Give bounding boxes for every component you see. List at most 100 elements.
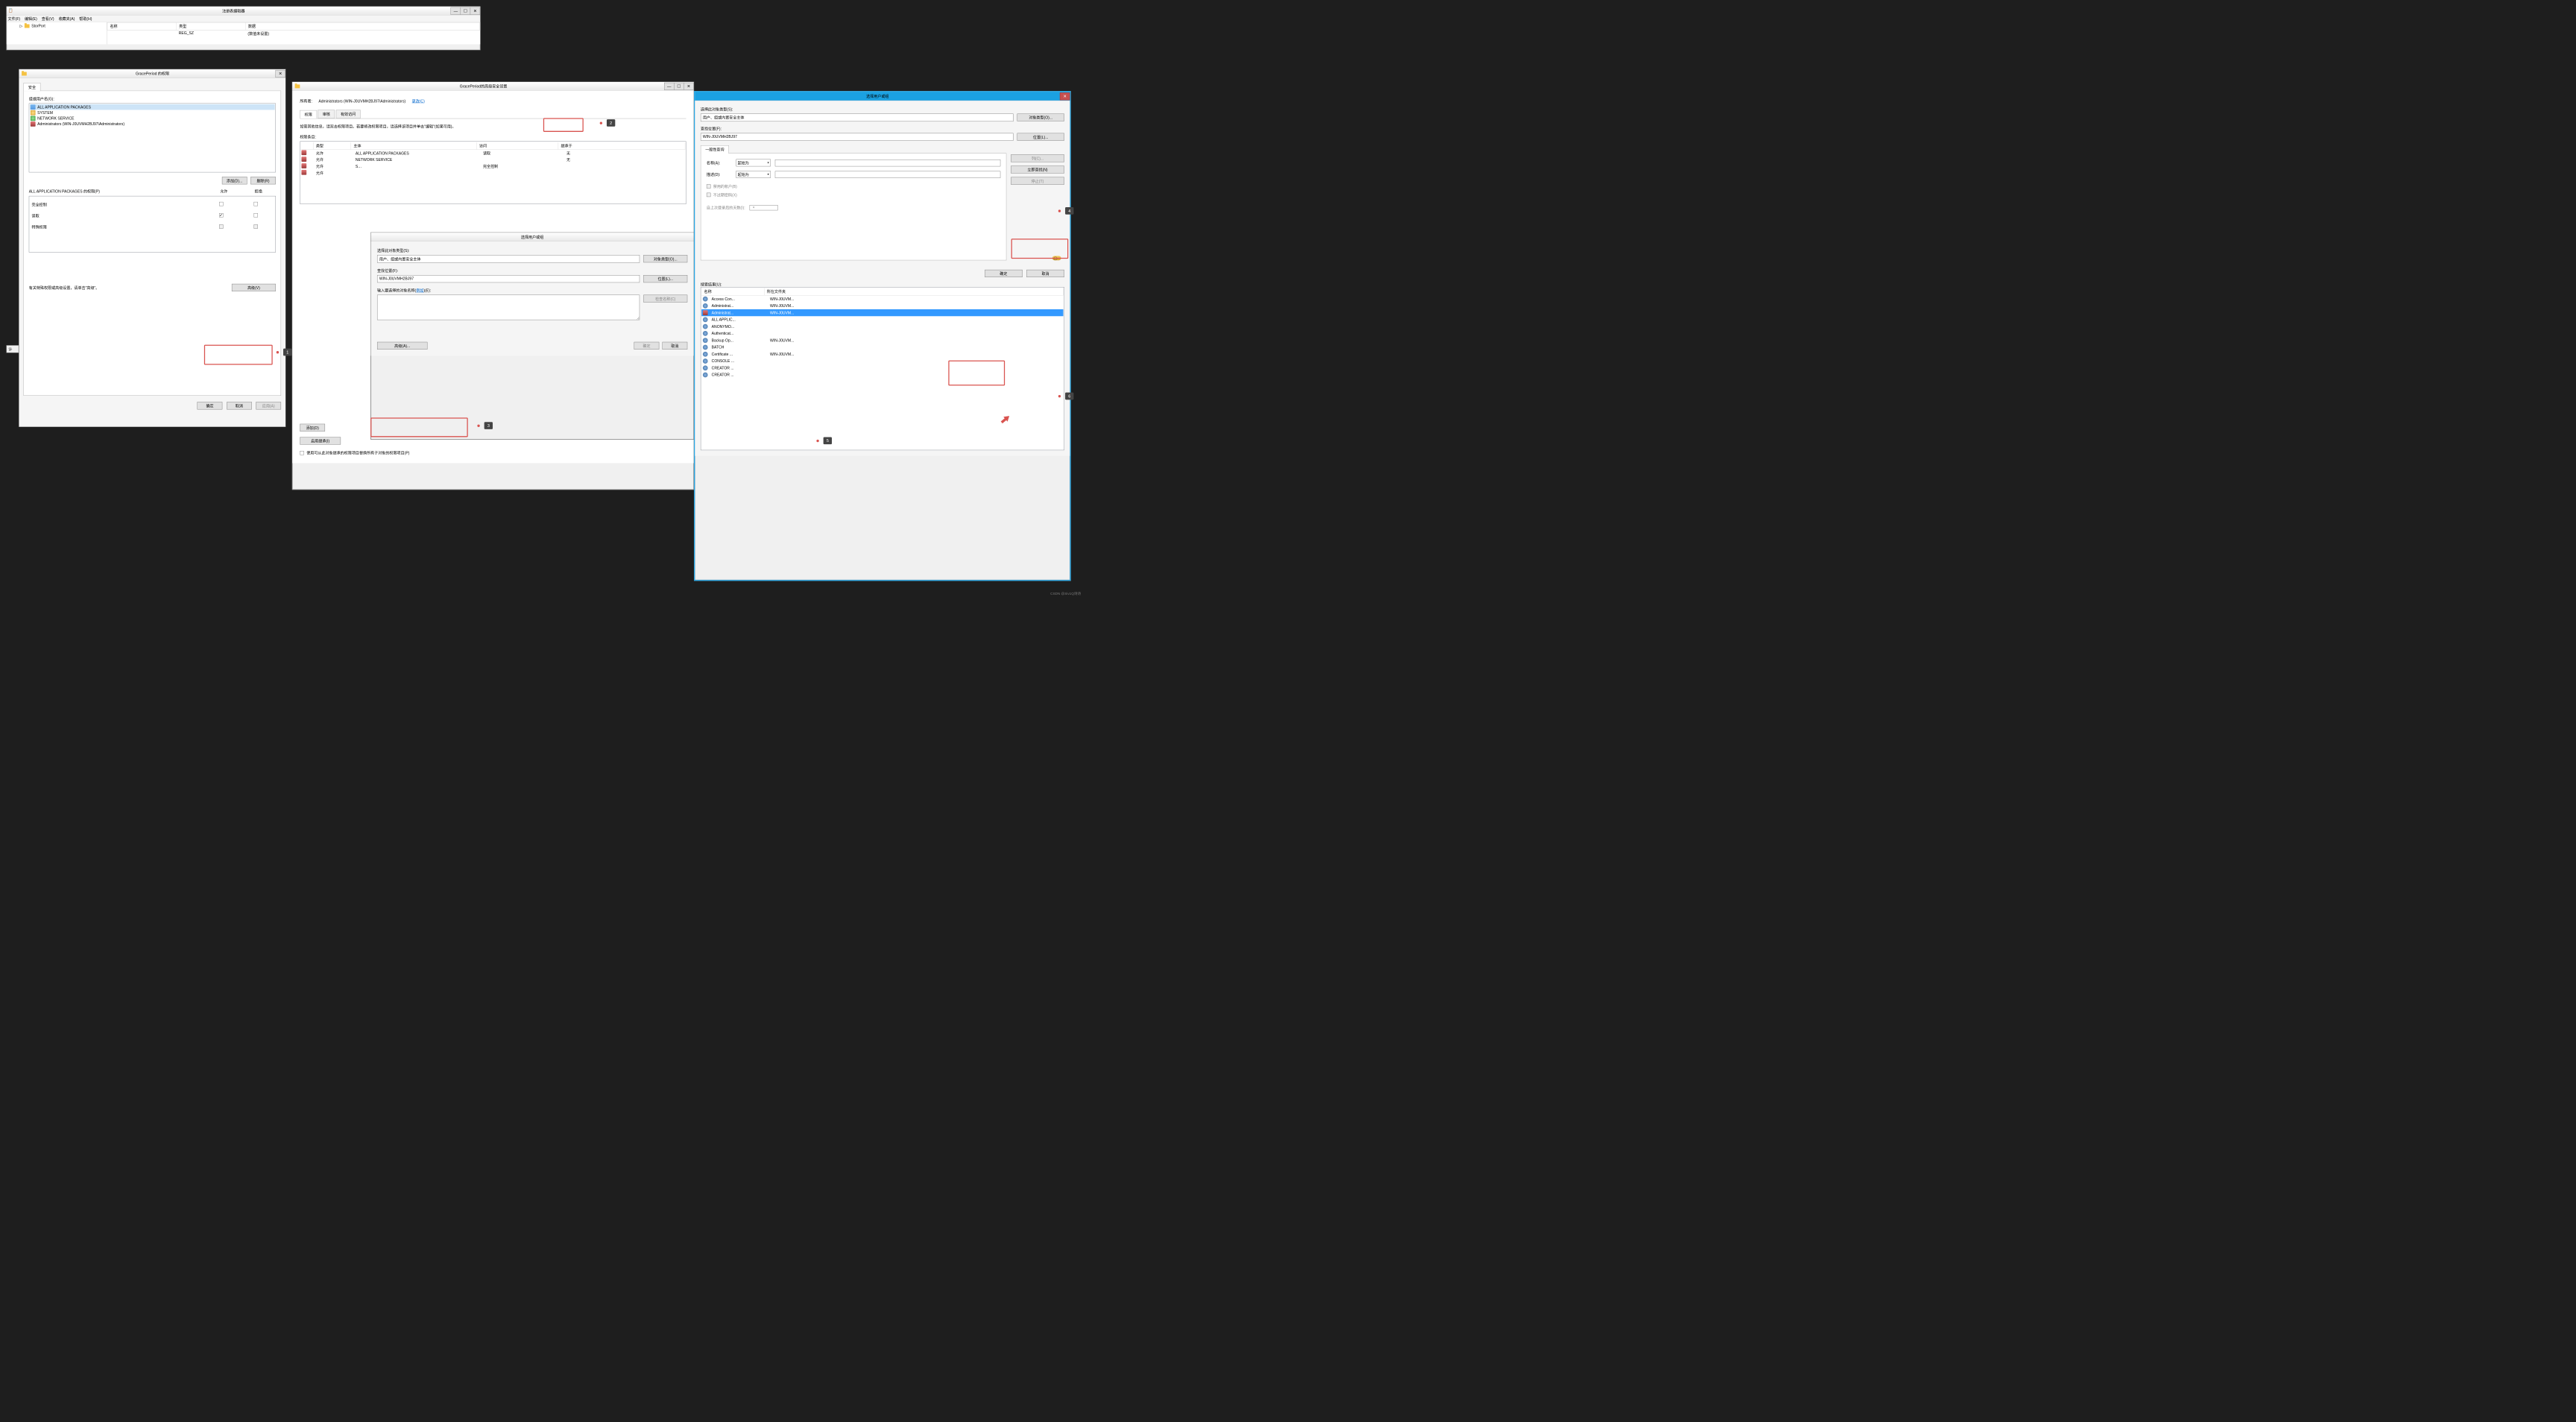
name-label: 名称(A): (707, 160, 732, 165)
col-type[interactable]: 类型 (177, 22, 246, 30)
ok-button[interactable]: 确定 (634, 342, 660, 350)
close-button[interactable]: ✕ (684, 83, 693, 90)
list-item[interactable]: ALL APPLIC... (701, 316, 1063, 323)
tab-common-queries[interactable]: 一般性查询 (701, 145, 729, 154)
tab-permissions[interactable]: 权限 (300, 110, 317, 118)
close-button[interactable]: ✕ (275, 70, 285, 78)
locations-button[interactable]: 位置(L)... (643, 275, 687, 282)
menu-help[interactable]: 帮助(H) (79, 16, 92, 21)
callout-3: 3 (477, 422, 493, 429)
list-item[interactable]: SYSTEM (37, 110, 53, 115)
close-button[interactable]: ✕ (470, 7, 480, 14)
replace-checkbox[interactable] (300, 451, 303, 455)
name-input[interactable] (775, 159, 1000, 166)
col-inherit[interactable]: 继承于 (558, 142, 685, 150)
columns-button[interactable]: 列(C)... (1011, 154, 1064, 162)
regedit-tree[interactable]: ▷ StorPort (7, 22, 107, 44)
tree-item[interactable]: StorPort (31, 24, 45, 28)
list-item[interactable]: ALL APPLICATION PACKAGES (37, 105, 91, 110)
table-row[interactable]: 允许NETWORK SERVICE无 (301, 157, 686, 163)
list-item[interactable]: ANONYMO... (701, 323, 1063, 330)
menu-file[interactable]: 文件(F) (8, 16, 21, 21)
regedit-row[interactable]: REG_SZ (数值未设置) (107, 30, 481, 37)
maximize-button[interactable]: ☐ (674, 83, 684, 90)
find-now-button[interactable]: 立即查找(N) (1011, 165, 1064, 173)
tab-effective[interactable]: 有效访问 (336, 110, 361, 118)
table-row[interactable]: 允许S…完全控制 (301, 163, 686, 170)
adv-titlebar[interactable]: GracePeriod的高级安全设置 — ☐ ✕ (292, 82, 693, 91)
close-button[interactable]: ✕ (1060, 92, 1070, 100)
object-types-button[interactable]: 对象类型(O)... (1017, 114, 1064, 121)
table-row[interactable]: 允许ALL APPLICATION PACKAGES读取无 (301, 150, 686, 157)
names-input[interactable] (377, 295, 640, 320)
list-item[interactable]: BATCH (701, 344, 1063, 350)
allow-checkbox[interactable] (219, 202, 223, 206)
change-link[interactable]: 更改(C) (412, 98, 425, 104)
col-deny: 拒绝 (242, 189, 276, 194)
col-access[interactable]: 访问 (477, 142, 559, 150)
apply-button[interactable]: 应用(A) (256, 402, 281, 409)
locations-button[interactable]: 位置(L)... (1017, 133, 1064, 141)
list-item[interactable]: Administrat...WIN-J0UVM... (701, 309, 1063, 316)
stop-button[interactable]: 停止(T) (1011, 177, 1064, 185)
table-row[interactable]: 允许 (301, 170, 686, 177)
col-type[interactable]: 类型 (313, 142, 351, 150)
principals-list[interactable]: ALL APPLICATION PACKAGES SYSTEM NETWORK … (29, 104, 276, 173)
desc-condition-combo[interactable]: 起始为 (736, 171, 771, 178)
check-names-button[interactable]: 检查名称(C) (643, 295, 687, 303)
remove-button[interactable]: 删除(R) (250, 177, 276, 184)
permissions-list: 完全控制 读取 特殊权限 (29, 196, 276, 253)
tab-audit[interactable]: 审核 (318, 110, 335, 118)
seluser-titlebar[interactable]: 选择用户或组 (371, 233, 694, 241)
expand-icon[interactable]: ▷ (20, 24, 23, 28)
col-name[interactable]: 名称 (701, 288, 764, 295)
advanced-button[interactable]: 高级(A)... (377, 342, 427, 350)
list-item[interactable]: CREATOR ... (701, 364, 1063, 371)
allow-checkbox[interactable] (219, 213, 223, 217)
list-item[interactable]: Administrators (WIN-J0UVMH2BJ97\Administ… (37, 121, 124, 126)
perm-titlebar[interactable]: GracePeriod 的权限 ✕ (19, 69, 285, 78)
list-item[interactable]: CONSOLE ... (701, 358, 1063, 364)
list-item[interactable]: Certificate ...WIN-J0UVM... (701, 351, 1063, 358)
ok-button[interactable]: 确定 (985, 270, 1023, 277)
col-folder[interactable]: 所在文件夹 (764, 288, 1063, 295)
deny-checkbox[interactable] (253, 202, 257, 206)
maximize-button[interactable]: ☐ (461, 7, 470, 14)
regedit-titlebar[interactable]: 📋 注册表编辑器 — ☐ ✕ (7, 7, 480, 16)
cancel-button[interactable]: 取消 (663, 342, 688, 350)
ok-button[interactable]: 确定 (198, 402, 223, 409)
list-item[interactable]: Backup Op...WIN-J0UVM... (701, 337, 1063, 344)
entries-list[interactable]: 类型 主体 访问 继承于 允许ALL APPLICATION PACKAGES读… (300, 142, 686, 204)
add-entry-button[interactable]: 添加(D) (300, 424, 325, 432)
col-principal[interactable]: 主体 (351, 142, 477, 150)
add-button[interactable]: 添加(D)... (222, 177, 247, 184)
cancel-button[interactable]: 取消 (227, 402, 252, 409)
examples-link[interactable]: 例如 (416, 288, 423, 293)
seluser2-titlebar[interactable]: 选择用户或组 ✕ (695, 92, 1070, 101)
callout-5: 5 (816, 437, 832, 444)
minimize-button[interactable]: — (451, 7, 461, 14)
tab-security[interactable]: 安全 (24, 83, 41, 91)
col-allow: 允许 (206, 189, 241, 194)
list-item[interactable]: NETWORK SERVICE (37, 116, 74, 121)
results-list[interactable]: 名称 所在文件夹 Access Con...WIN-J0UVM...Admini… (701, 287, 1064, 450)
menu-fav[interactable]: 收藏夹(A) (59, 16, 75, 21)
advanced-button[interactable]: 高级(V) (232, 284, 276, 291)
cancel-button[interactable]: 取消 (1026, 270, 1064, 277)
list-item[interactable]: Authenticat... (701, 330, 1063, 337)
menu-view[interactable]: 查看(V) (42, 16, 54, 21)
menu-edit[interactable]: 编辑(E) (25, 16, 37, 21)
object-types-button[interactable]: 对象类型(O)... (643, 255, 687, 262)
list-item[interactable]: Access Con...WIN-J0UVM... (701, 295, 1063, 302)
enable-inherit-button[interactable]: 启用继承(I) (300, 437, 341, 444)
desc-input[interactable] (775, 171, 1000, 177)
folder-icon (22, 72, 27, 75)
col-name[interactable]: 名称 (107, 22, 177, 30)
name-condition-combo[interactable]: 起始为 (736, 159, 771, 167)
deny-checkbox[interactable] (253, 213, 257, 217)
list-item[interactable]: CREATOR ... (701, 371, 1063, 378)
watermark: CSDN @Siv1Q诗诗 (1050, 591, 1081, 596)
col-data[interactable]: 数据 (245, 22, 479, 30)
minimize-button[interactable]: — (664, 83, 674, 90)
list-item[interactable]: Administrat...WIN-J0UVM... (701, 303, 1063, 309)
